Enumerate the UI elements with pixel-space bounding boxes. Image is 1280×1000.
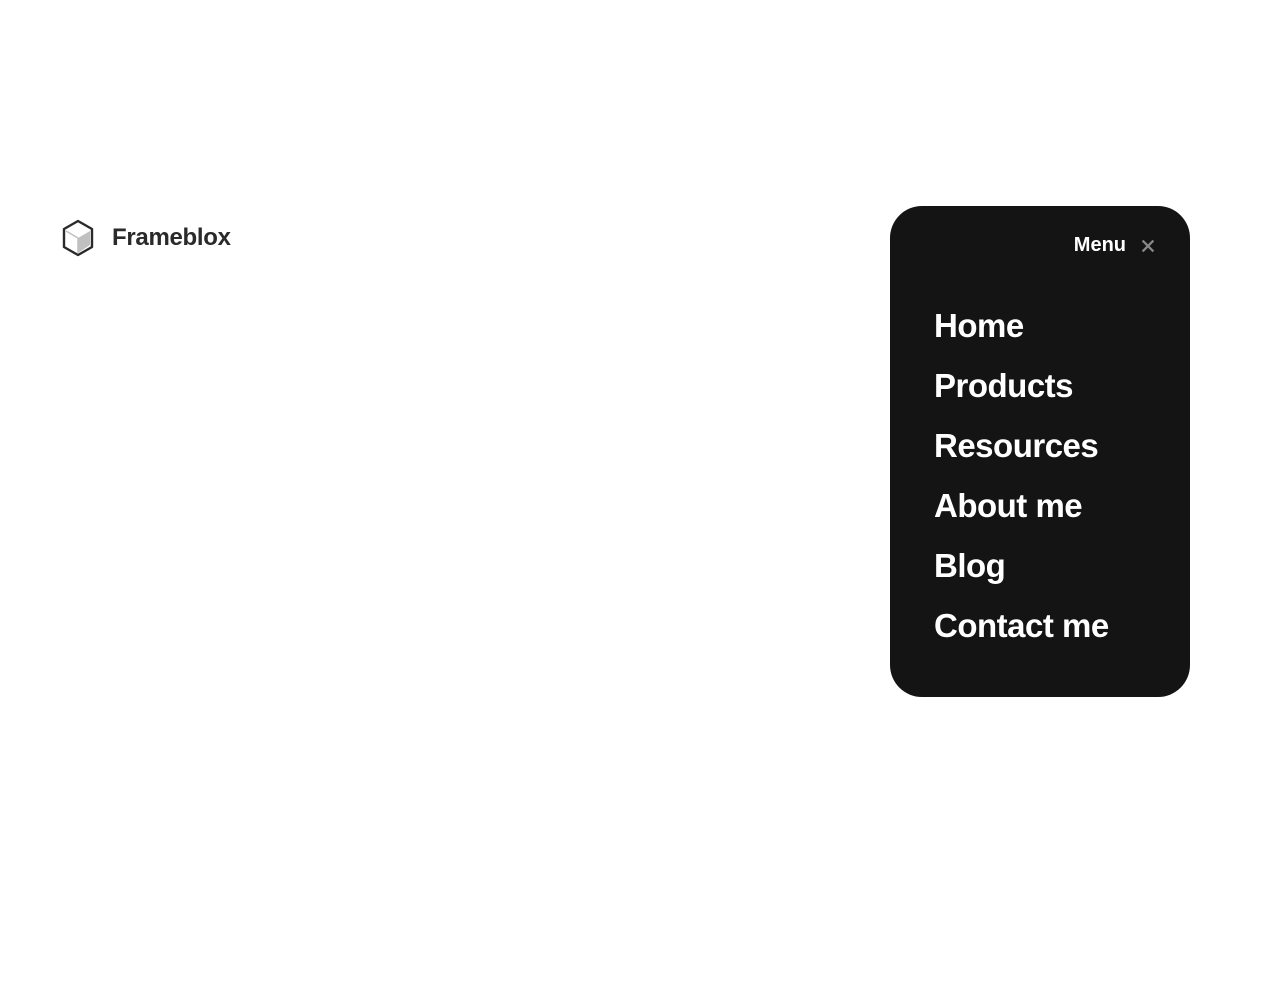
hexagon-cube-logo-icon: [58, 218, 98, 258]
menu-panel: Menu Home Products Resources About me Bl…: [890, 206, 1190, 697]
brand-name[interactable]: Frameblox: [112, 224, 231, 252]
menu-item-about-me[interactable]: About me: [934, 487, 1162, 525]
menu-item-contact-me[interactable]: Contact me: [934, 607, 1162, 645]
menu-item-resources[interactable]: Resources: [934, 427, 1162, 465]
menu-label[interactable]: Menu: [1074, 234, 1126, 257]
menu-item-home[interactable]: Home: [934, 307, 1162, 345]
menu-items: Home Products Resources About me Blog Co…: [918, 307, 1162, 657]
close-icon[interactable]: [1138, 236, 1158, 256]
menu-header: Menu: [918, 226, 1162, 265]
header: Frameblox: [58, 218, 231, 258]
menu-item-products[interactable]: Products: [934, 367, 1162, 405]
menu-item-blog[interactable]: Blog: [934, 547, 1162, 585]
